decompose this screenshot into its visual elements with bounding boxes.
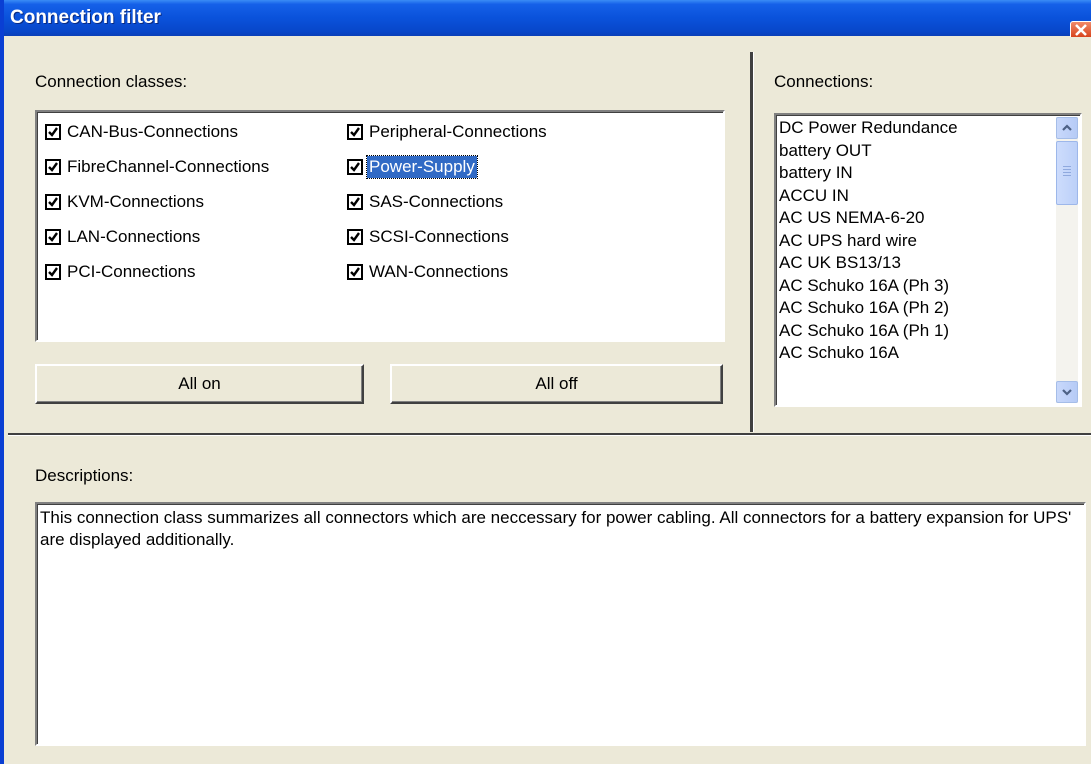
connections-scrollbar[interactable] — [1056, 117, 1078, 403]
connection-classes-list: CAN-Bus-Connections FibreChannel-Connecti… — [35, 110, 725, 342]
scroll-down-button[interactable] — [1056, 381, 1078, 403]
checkmark-icon — [350, 127, 360, 137]
title-bar[interactable]: Connection filter — [4, 0, 1091, 37]
scroll-up-button[interactable] — [1056, 117, 1078, 139]
list-item[interactable]: AC Schuko 16A (Ph 2) — [779, 297, 1049, 320]
list-item[interactable]: ACCU IN — [779, 185, 1049, 208]
list-item[interactable]: battery OUT — [779, 140, 1049, 163]
chevron-down-icon — [1062, 389, 1072, 396]
checkmark-icon — [350, 267, 360, 277]
checkmark-icon — [48, 232, 58, 242]
class-checkbox-item[interactable]: FibreChannel-Connections — [45, 155, 271, 179]
all-off-button[interactable]: All off — [390, 364, 723, 404]
checkmark-icon — [48, 127, 58, 137]
list-item[interactable]: AC UPS hard wire — [779, 230, 1049, 253]
class-checkbox-item[interactable]: SCSI-Connections — [347, 225, 511, 249]
all-on-button[interactable]: All on — [35, 364, 364, 404]
list-item[interactable]: AC Schuko 16A (Ph 3) — [779, 275, 1049, 298]
close-button[interactable] — [1070, 21, 1091, 37]
checkmark-icon — [350, 197, 360, 207]
list-item[interactable]: AC US NEMA-6-20 — [779, 207, 1049, 230]
scroll-thumb[interactable] — [1056, 141, 1078, 205]
class-checkbox-item[interactable]: Power-Supply — [347, 155, 478, 179]
list-item[interactable]: AC UK BS13/13 — [779, 252, 1049, 275]
class-checkbox-item[interactable]: PCI-Connections — [45, 260, 198, 284]
class-checkbox-item[interactable]: WAN-Connections — [347, 260, 510, 284]
checkmark-icon — [48, 162, 58, 172]
list-item[interactable]: DC Power Redundance — [779, 117, 1049, 140]
checkbox-label: PCI-Connections — [67, 262, 196, 281]
vertical-divider — [750, 52, 754, 432]
checkmark-icon — [350, 162, 360, 172]
description-box[interactable]: This connection class summarizes all con… — [35, 502, 1086, 746]
description-text: This connection class summarizes all con… — [40, 508, 1072, 549]
checkbox[interactable] — [45, 159, 61, 175]
checkbox-label: KVM-Connections — [67, 192, 205, 211]
list-item[interactable]: AC Schuko 16A (Ph 1) — [779, 320, 1049, 343]
connections-list[interactable]: DC Power Redundance battery OUT battery IN… — [774, 113, 1082, 407]
connection-filter-window: Connection filter Connection classes: CA… — [0, 0, 1091, 764]
list-item[interactable]: battery IN — [779, 162, 1049, 185]
checkbox[interactable] — [347, 194, 363, 210]
checkbox[interactable] — [45, 194, 61, 210]
connection-classes-label: Connection classes: — [35, 72, 188, 91]
checkmark-icon — [48, 267, 58, 277]
horizontal-divider — [8, 433, 1091, 436]
checkbox-label: LAN-Connections — [67, 227, 201, 246]
checkbox-label: WAN-Connections — [369, 262, 509, 281]
class-checkbox-item[interactable]: Peripheral-Connections — [347, 120, 549, 144]
checkmark-icon — [48, 197, 58, 207]
checkbox[interactable] — [45, 124, 61, 140]
checkbox[interactable] — [347, 229, 363, 245]
class-checkbox-item[interactable]: CAN-Bus-Connections — [45, 120, 240, 144]
checkbox[interactable] — [45, 264, 61, 280]
descriptions-label: Descriptions: — [35, 466, 134, 485]
class-checkbox-item[interactable]: KVM-Connections — [45, 190, 206, 214]
checkbox-label: SAS-Connections — [369, 192, 504, 211]
checkbox-label: CAN-Bus-Connections — [67, 122, 239, 141]
checkmark-icon — [350, 232, 360, 242]
checkbox[interactable] — [347, 124, 363, 140]
checkbox-label: Peripheral-Connections — [369, 122, 547, 141]
checkbox[interactable] — [45, 229, 61, 245]
class-checkbox-item[interactable]: SAS-Connections — [347, 190, 505, 214]
checkbox-label: FibreChannel-Connections — [67, 157, 270, 176]
close-icon — [1075, 24, 1087, 36]
checkbox[interactable] — [347, 159, 363, 175]
chevron-up-icon — [1062, 124, 1072, 131]
connections-label: Connections: — [774, 72, 874, 91]
list-item[interactable]: AC Schuko 16A — [779, 342, 1049, 365]
checkbox-label: Power-Supply — [366, 155, 478, 179]
checkbox-label: SCSI-Connections — [369, 227, 509, 246]
checkbox[interactable] — [347, 264, 363, 280]
class-checkbox-item[interactable]: LAN-Connections — [45, 225, 202, 249]
window-title: Connection filter — [10, 7, 161, 28]
